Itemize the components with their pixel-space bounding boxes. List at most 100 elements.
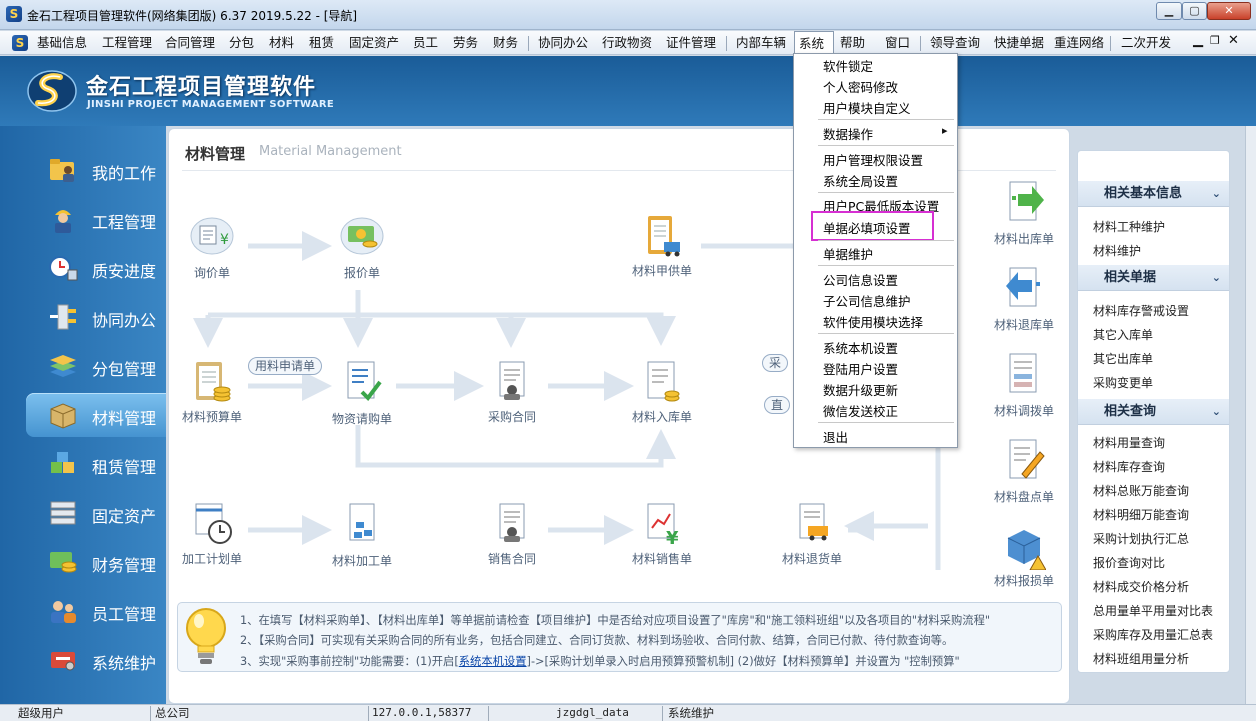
sidebar-item-subcontract[interactable]: 分包管理 bbox=[26, 344, 166, 388]
flow-node-owner-supply[interactable]: 材料甲供单 bbox=[622, 212, 702, 292]
menu-item-finance[interactable]: 财务 bbox=[489, 31, 522, 55]
sidebar-item-quality[interactable]: 质安进度 bbox=[26, 246, 166, 290]
mdi-close-button[interactable]: ✕ bbox=[1228, 33, 1239, 48]
flow-node-return-goods[interactable]: 材料退货单 bbox=[772, 500, 852, 580]
menu-item-admin-supplies[interactable]: 行政物资 bbox=[598, 31, 656, 55]
sidebar-item-my-work[interactable]: 我的工作 bbox=[26, 148, 166, 192]
related-link-other-inbound[interactable]: 其它入库单 bbox=[1093, 326, 1153, 343]
related-link-stock-usage-summary[interactable]: 采购库存及用量汇总表 bbox=[1093, 626, 1213, 643]
flow-node-loss[interactable]: 材料报损单 bbox=[984, 522, 1064, 602]
related-link-usage-query[interactable]: 材料用量查询 bbox=[1093, 434, 1165, 451]
flow-node-label: 材料入库单 bbox=[631, 410, 692, 424]
related-link-quote-compare[interactable]: 报价查询对比 bbox=[1093, 554, 1165, 571]
flow-node-sales[interactable]: ¥ 材料销售单 bbox=[622, 500, 702, 580]
menu-option-user-permissions[interactable]: 用户管理权限设置 bbox=[823, 150, 923, 169]
menu-item-staff[interactable]: 员工 bbox=[409, 31, 442, 55]
maximize-button[interactable]: ▢ bbox=[1182, 2, 1207, 20]
flow-node-inquiry[interactable]: ¥ 询价单 bbox=[172, 214, 252, 294]
menu-option-company-info[interactable]: 公司信息设置 bbox=[823, 270, 898, 289]
menu-item-secondary-dev[interactable]: 二次开发 bbox=[1117, 31, 1175, 55]
related-link-stock-alert[interactable]: 材料库存警戒设置 bbox=[1093, 302, 1189, 319]
sidebar-item-fixed-assets[interactable]: 固定资产 bbox=[26, 491, 166, 535]
sidebar-item-lease[interactable]: 租赁管理 bbox=[26, 442, 166, 486]
related-link-price-analysis[interactable]: 材料成交价格分析 bbox=[1093, 578, 1189, 595]
menu-option-global-settings[interactable]: 系统全局设置 bbox=[823, 171, 898, 190]
menu-option-login-user[interactable]: 登陆用户设置 bbox=[823, 359, 898, 378]
sidebar-item-project[interactable]: 工程管理 bbox=[26, 197, 166, 241]
close-button[interactable]: ✕ bbox=[1207, 2, 1251, 20]
menu-option-change-password[interactable]: 个人密码修改 bbox=[823, 77, 898, 96]
menu-item-labor[interactable]: 劳务 bbox=[449, 31, 482, 55]
menu-item-basic-info[interactable]: 基础信息 bbox=[33, 31, 91, 55]
related-link-ledger-query[interactable]: 材料总账万能查询 bbox=[1093, 482, 1189, 499]
menu-item-reconnect[interactable]: 重连网络 bbox=[1050, 31, 1108, 55]
menu-option-wechat-correction[interactable]: 微信发送校正 bbox=[823, 401, 898, 420]
menu-item-contract[interactable]: 合同管理 bbox=[161, 31, 219, 55]
contract-icon bbox=[499, 361, 525, 400]
menu-option-lock-software[interactable]: 软件锁定 bbox=[823, 56, 873, 75]
menu-item-quick-docs[interactable]: 快捷单据 bbox=[990, 31, 1048, 55]
vertical-scrollbar[interactable] bbox=[1245, 126, 1256, 704]
related-link-team-usage[interactable]: 材料班组用量分析 bbox=[1093, 650, 1189, 667]
menu-item-certificates[interactable]: 证件管理 bbox=[662, 31, 720, 55]
section-header-related-docs[interactable]: 相关单据 ⌄ bbox=[1078, 265, 1229, 291]
menu-option-custom-modules[interactable]: 用户模块自定义 bbox=[823, 98, 911, 117]
flow-node-quote[interactable]: 报价单 bbox=[322, 214, 402, 294]
menu-option-document-maintenance[interactable]: 单据维护 bbox=[823, 244, 873, 263]
menu-option-data-operations[interactable]: 数据操作 bbox=[823, 124, 873, 143]
sidebar-item-collab[interactable]: 协同办公 bbox=[26, 295, 166, 339]
related-link-usage-compare[interactable]: 总用量单平用量对比表 bbox=[1093, 602, 1213, 619]
flow-node-purchase-contract[interactable]: 采购合同 bbox=[472, 358, 552, 438]
sidebar-item-material[interactable]: 材料管理 bbox=[26, 393, 166, 437]
menu-item-collab[interactable]: 协同办公 bbox=[534, 31, 592, 55]
flow-pill-cai[interactable]: 采 bbox=[762, 354, 789, 372]
menu-item-project[interactable]: 工程管理 bbox=[98, 31, 156, 55]
flow-node-process-plan[interactable]: 加工计划单 bbox=[172, 500, 252, 580]
sidebar-item-finance[interactable]: 财务管理 bbox=[26, 540, 166, 584]
submenu-arrow-icon: ▸ bbox=[942, 124, 948, 137]
menu-item-leader-query[interactable]: 领导查询 bbox=[926, 31, 984, 55]
tip-line-3-suffix: ]->[采购计划单录入时启用预算预警机制] (2)做好【材料预算单】并设置为 "… bbox=[526, 655, 960, 668]
apply-material-pill[interactable]: 用料申请单 bbox=[248, 357, 323, 375]
sidebar-item-staff[interactable]: 员工管理 bbox=[26, 589, 166, 633]
mdi-minimize-button[interactable]: ▁ bbox=[1193, 33, 1203, 48]
related-link-detail-query[interactable]: 材料明细万能查询 bbox=[1093, 506, 1189, 523]
sidebar-item-system-maintenance[interactable]: 系统维护 bbox=[26, 638, 166, 682]
flow-pill-zhi[interactable]: 直 bbox=[764, 396, 791, 414]
flow-node-sales-contract[interactable]: 销售合同 bbox=[472, 500, 552, 580]
flow-node-processing[interactable]: 材料加工单 bbox=[322, 502, 402, 582]
tip-line-3: 3、实现"采购事前控制"功能需要：(1)开启[系统本机设置]->[采购计划单录入… bbox=[240, 653, 960, 669]
related-link-other-outbound[interactable]: 其它出库单 bbox=[1093, 350, 1153, 367]
worker-icon bbox=[55, 210, 71, 233]
menu-option-data-upgrade[interactable]: 数据升级更新 bbox=[823, 380, 898, 399]
menu-option-subsidiary-info[interactable]: 子公司信息维护 bbox=[823, 291, 911, 310]
mdi-restore-button[interactable]: ❐ bbox=[1210, 34, 1220, 47]
related-link-stock-query[interactable]: 材料库存查询 bbox=[1093, 458, 1165, 475]
menu-item-subcontract[interactable]: 分包 bbox=[225, 31, 258, 55]
flow-node-outbound[interactable]: 材料出库单 bbox=[984, 180, 1064, 260]
menu-option-local-settings[interactable]: 系统本机设置 bbox=[823, 338, 898, 357]
menu-item-fixed-assets[interactable]: 固定资产 bbox=[345, 31, 403, 55]
system-local-settings-link[interactable]: 系统本机设置 bbox=[459, 655, 527, 668]
flow-node-inbound[interactable]: 材料入库单 bbox=[622, 358, 702, 438]
related-link-purchase-change[interactable]: 采购变更单 bbox=[1093, 374, 1153, 391]
flow-node-transfer[interactable]: 材料调拨单 bbox=[984, 352, 1064, 432]
menu-item-lease[interactable]: 租赁 bbox=[305, 31, 338, 55]
related-link-material-maintain[interactable]: 材料维护 bbox=[1093, 242, 1141, 259]
flow-node-purchase-request[interactable]: 物资请购单 bbox=[322, 360, 402, 440]
menu-item-help[interactable]: 帮助 bbox=[836, 31, 869, 55]
flow-node-inventory[interactable]: 材料盘点单 bbox=[984, 438, 1064, 518]
menu-option-module-selection[interactable]: 软件使用模块选择 bbox=[823, 312, 923, 331]
flow-node-return-inbound[interactable]: 材料退库单 bbox=[984, 266, 1064, 346]
related-link-plan-summary[interactable]: 采购计划执行汇总 bbox=[1093, 530, 1189, 547]
menu-item-window[interactable]: 窗口 bbox=[881, 31, 914, 55]
menu-item-material[interactable]: 材料 bbox=[265, 31, 298, 55]
sidebar-item-label: 分包管理 bbox=[92, 360, 157, 379]
section-header-related-queries[interactable]: 相关查询 ⌄ bbox=[1078, 399, 1229, 425]
minimize-button[interactable]: ▁ bbox=[1156, 2, 1182, 20]
related-link-material-trade[interactable]: 材料工种维护 bbox=[1093, 218, 1165, 235]
menu-item-vehicles[interactable]: 内部车辆 bbox=[732, 31, 790, 55]
flow-node-budget[interactable]: 材料预算单 bbox=[172, 358, 252, 438]
section-header-basic-info[interactable]: 相关基本信息 ⌄ bbox=[1078, 181, 1229, 207]
menu-option-exit[interactable]: 退出 bbox=[823, 427, 848, 446]
